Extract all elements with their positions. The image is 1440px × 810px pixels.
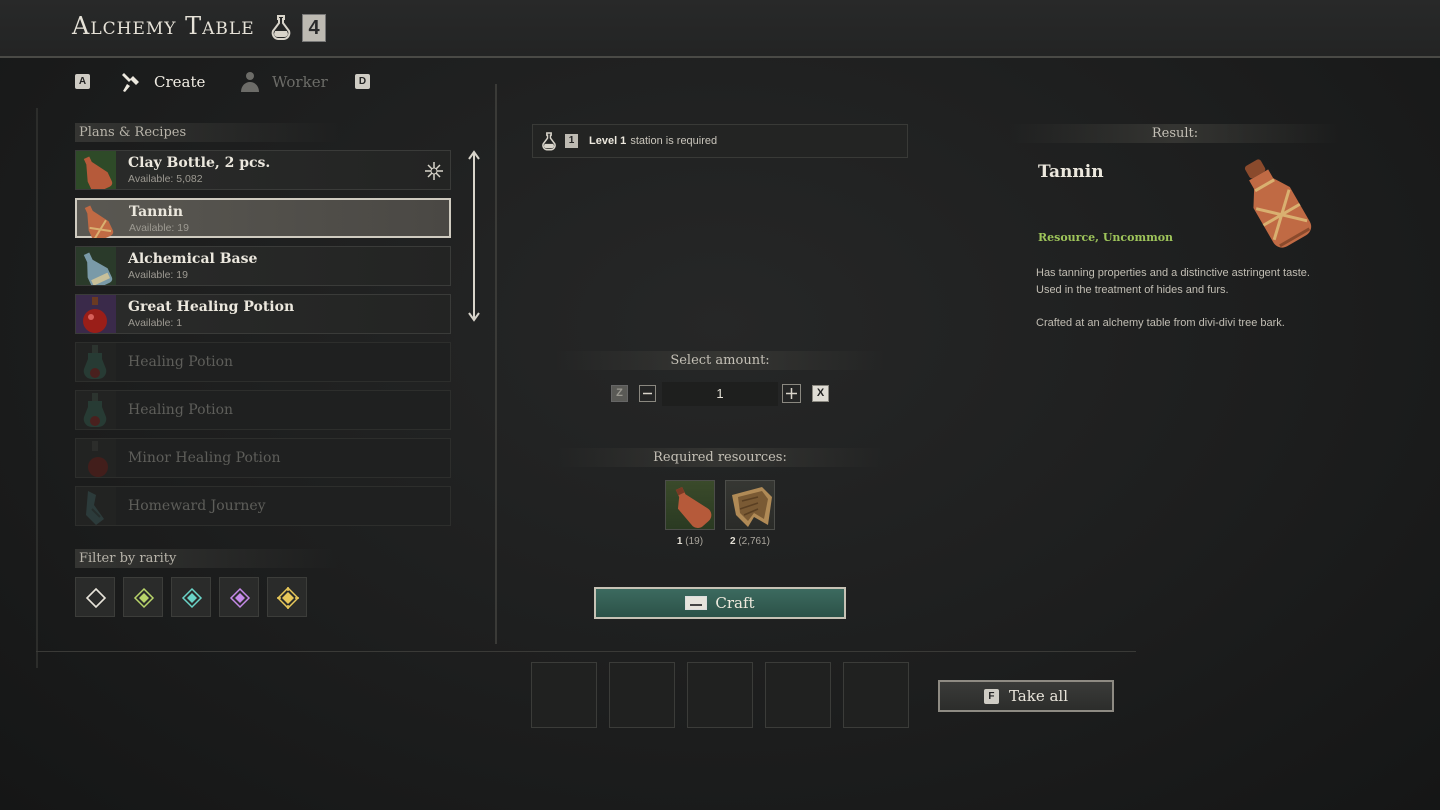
column-divider	[495, 84, 497, 644]
diamond-icon	[181, 587, 203, 609]
recipe-item[interactable]: Clay Bottle, 2 pcs. Available: 5,082	[75, 150, 451, 190]
homeward-journey-icon	[76, 487, 116, 525]
minus-icon	[643, 392, 652, 395]
healing-potion-icon	[76, 343, 116, 381]
recipe-item[interactable]: Healing Potion	[75, 342, 451, 382]
tannin-icon	[77, 200, 117, 238]
sparkle-icon	[425, 162, 443, 180]
minor-healing-potion-icon	[76, 439, 116, 477]
resource-required-amount: 2	[729, 536, 736, 547]
healing-potion-icon	[76, 391, 116, 429]
output-slot[interactable]	[843, 662, 909, 728]
next-tab-key[interactable]: D	[355, 74, 370, 89]
recipe-availability: Available: 19	[129, 222, 189, 234]
recipe-availability: Available: 5,082	[128, 173, 203, 185]
recipe-name: Minor Healing Potion	[128, 450, 281, 466]
max-amount-key[interactable]: X	[812, 385, 829, 402]
rarity-filter-heading: Filter by rarity	[75, 549, 339, 568]
output-slot[interactable]	[765, 662, 831, 728]
take-all-key: F	[983, 688, 999, 704]
recipe-name: Homeward Journey	[128, 498, 266, 514]
spacebar-key-icon	[685, 596, 708, 610]
scrollbar[interactable]	[466, 150, 482, 322]
resource-slot-clay-bottle[interactable]	[665, 480, 715, 530]
rarity-filter-uncommon[interactable]	[123, 577, 163, 617]
flask-icon	[271, 15, 291, 40]
header-bar: Alchemy Table 4	[0, 0, 1440, 58]
recipe-item[interactable]: Minor Healing Potion	[75, 438, 451, 478]
required-station-suffix: station is required	[630, 135, 718, 147]
result-description: Has tanning properties and a distinctive…	[1036, 265, 1326, 332]
recipe-item[interactable]: Healing Potion	[75, 390, 451, 430]
result-origin-line: Crafted at an alchemy table from divi-di…	[1036, 317, 1285, 329]
diamond-icon	[85, 587, 107, 609]
diamond-icon	[277, 587, 299, 609]
recipe-name: Healing Potion	[128, 402, 234, 418]
clay-bottle-icon	[675, 486, 712, 528]
diamond-icon	[229, 587, 251, 609]
rarity-filter-epic[interactable]	[219, 577, 259, 617]
decrease-amount-button[interactable]	[639, 385, 656, 402]
resource-slot-bark[interactable]	[725, 480, 775, 530]
recipe-item[interactable]: Great Healing Potion Available: 1	[75, 294, 451, 334]
recipes-heading: Plans & Recipes	[75, 123, 339, 142]
recipe-name: Clay Bottle, 2 pcs.	[128, 155, 271, 171]
great-healing-potion-icon	[76, 295, 116, 333]
craft-button[interactable]: Craft	[594, 587, 846, 619]
recipe-availability: Available: 19	[128, 269, 188, 281]
bark-icon	[732, 487, 772, 527]
recipe-availability: Available: 1	[128, 317, 183, 329]
rarity-filter-common[interactable]	[75, 577, 115, 617]
output-slot[interactable]	[531, 662, 597, 728]
page-title: Alchemy Table	[72, 12, 255, 40]
required-level-text: Level 1	[589, 135, 627, 147]
take-all-button[interactable]: F Take all	[938, 680, 1114, 712]
recipe-name: Alchemical Base	[128, 251, 258, 267]
resource-required-amount: 1	[676, 536, 683, 547]
plus-icon	[786, 388, 797, 399]
recipe-item[interactable]: Homeward Journey	[75, 486, 451, 526]
recipe-name: Healing Potion	[128, 354, 234, 370]
increase-amount-button[interactable]	[782, 384, 801, 403]
resource-count-bark: 2 (2,761)	[725, 536, 775, 547]
left-frame-line	[36, 108, 38, 668]
recipe-name: Tannin	[129, 204, 184, 220]
alchemical-base-icon	[76, 247, 116, 285]
tab-create[interactable]: Create	[120, 70, 205, 94]
amount-input[interactable]: 1	[662, 382, 778, 406]
result-rarity: Resource, Uncommon	[1038, 231, 1174, 244]
flask-icon	[542, 132, 556, 151]
tab-worker[interactable]: Worker	[238, 70, 328, 94]
required-level-badge: 1	[565, 134, 578, 148]
min-amount-key[interactable]: Z	[611, 385, 628, 402]
craft-label: Craft	[715, 594, 755, 612]
tab-worker-label: Worker	[272, 73, 328, 91]
result-description-line: Has tanning properties and a distinctive…	[1036, 267, 1310, 296]
output-slot[interactable]	[609, 662, 675, 728]
bottom-divider	[36, 651, 1136, 652]
station-level-badge: 4	[302, 14, 326, 42]
recipe-item[interactable]: Alchemical Base Available: 19	[75, 246, 451, 286]
required-resources-heading: Required resources:	[556, 448, 884, 467]
result-heading: Result:	[1010, 124, 1340, 143]
diamond-icon	[133, 587, 155, 609]
rarity-filter-legendary[interactable]	[267, 577, 307, 617]
recipe-name: Great Healing Potion	[128, 299, 295, 315]
tannin-bottle-icon	[1244, 159, 1312, 248]
worker-icon	[241, 72, 259, 92]
resource-owned-amount: (2,761)	[738, 536, 771, 547]
recipe-item[interactable]: Tannin Available: 19	[75, 198, 451, 238]
clay-bottle-icon	[76, 151, 116, 189]
prev-tab-key[interactable]: A	[75, 74, 90, 89]
hammer-icon	[122, 73, 139, 92]
take-all-label: Take all	[1008, 687, 1069, 705]
select-amount-heading: Select amount:	[556, 351, 884, 370]
station-requirement: 1 Level 1 station is required	[532, 124, 908, 158]
resource-owned-amount: (19)	[685, 536, 704, 547]
resource-count-clay-bottle: 1 (19)	[665, 536, 715, 547]
tab-create-label: Create	[154, 73, 206, 91]
rarity-filter-rare[interactable]	[171, 577, 211, 617]
output-slot[interactable]	[687, 662, 753, 728]
result-item-name: Tannin	[1038, 162, 1104, 182]
